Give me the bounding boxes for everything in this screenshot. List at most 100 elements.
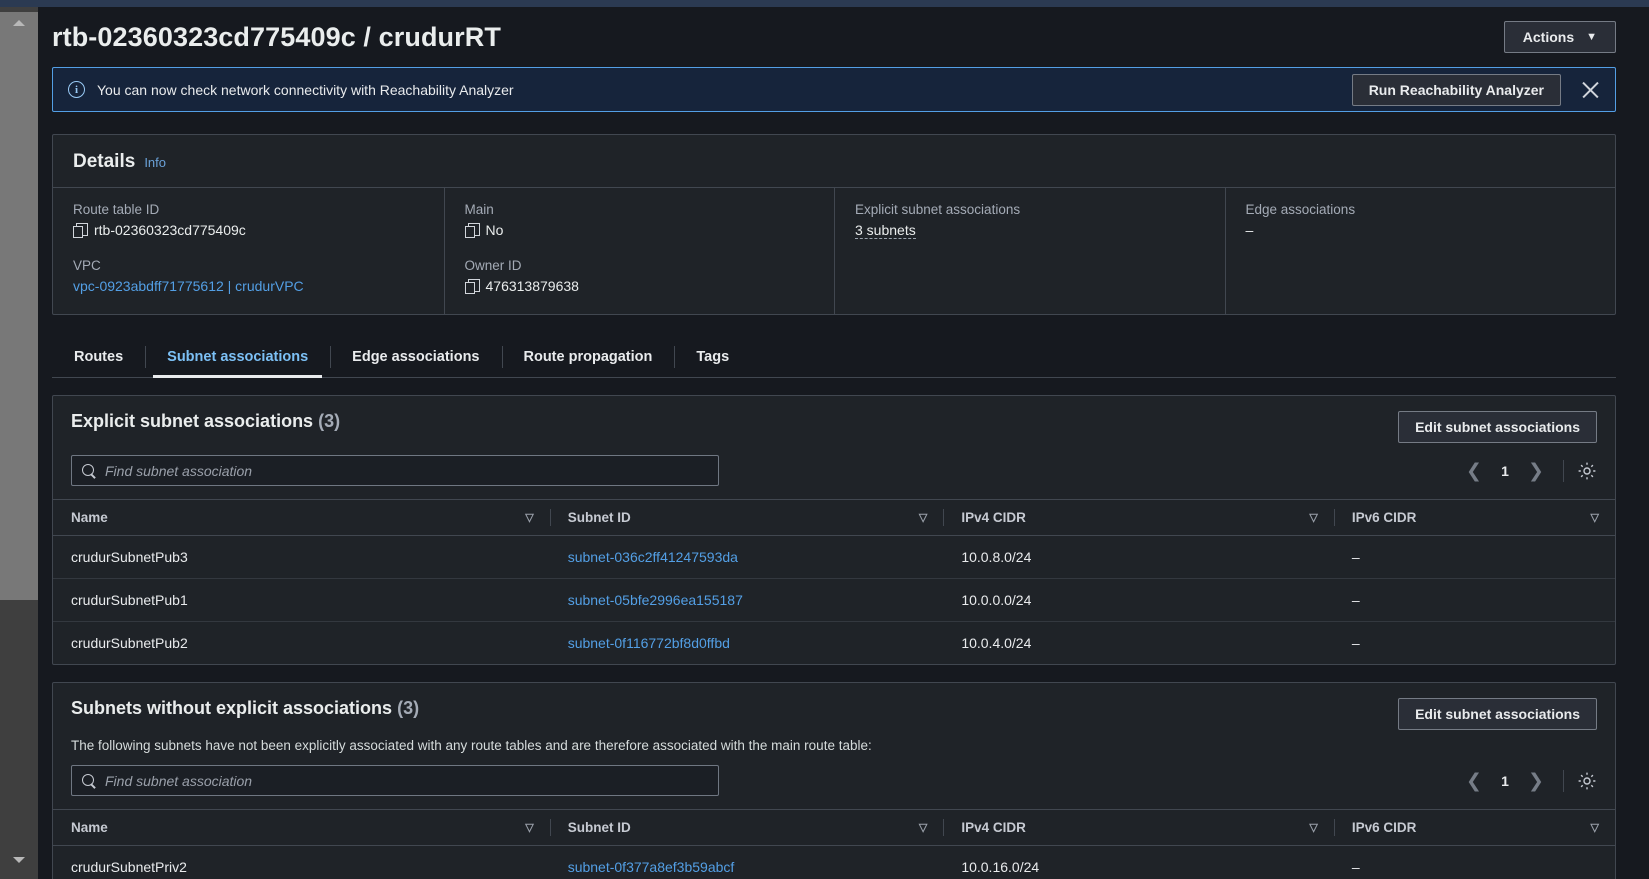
subnets-popover-link[interactable]: 3 subnets bbox=[855, 222, 916, 239]
explicit-section-title-text: Explicit subnet associations bbox=[71, 411, 314, 431]
column-header-name[interactable]: Name ▽ bbox=[53, 809, 550, 846]
column-header-ipv6-label: IPv6 CIDR bbox=[1351, 820, 1417, 835]
explicit-page-number[interactable]: 1 bbox=[1492, 463, 1518, 479]
column-header-name[interactable]: Name ▽ bbox=[53, 499, 550, 536]
main-value: No bbox=[464, 222, 815, 238]
scrollbar-top-accent bbox=[0, 0, 38, 7]
window-scrollbar[interactable] bbox=[0, 0, 38, 879]
implicit-page-number[interactable]: 1 bbox=[1492, 773, 1518, 789]
details-column-2: Main No Owner ID 476313879638 bbox=[443, 188, 835, 314]
table-row[interactable]: crudurSubnetPub3 subnet-036c2ff41247593d… bbox=[53, 535, 1615, 579]
tab-route-propagation[interactable]: Route propagation bbox=[501, 337, 675, 377]
edit-subnet-associations-button-explicit[interactable]: Edit subnet associations bbox=[1398, 411, 1597, 443]
table-row[interactable]: crudurSubnetPriv2 subnet-0f377a8ef3b59ab… bbox=[53, 845, 1615, 879]
close-icon[interactable] bbox=[1579, 79, 1601, 101]
gear-icon[interactable] bbox=[1577, 461, 1597, 481]
details-column-4: Edge associations – bbox=[1224, 188, 1616, 314]
cell-ipv6: – bbox=[1333, 578, 1615, 622]
info-icon: i bbox=[68, 81, 85, 98]
explicit-subnet-associations-label: Explicit subnet associations bbox=[855, 202, 1021, 217]
cell-ipv6: – bbox=[1333, 535, 1615, 579]
column-header-name-label: Name bbox=[71, 820, 108, 835]
explicit-filter-row: Find subnet association ❮ 1 ❯ bbox=[53, 443, 1615, 499]
cell-subnet-id[interactable]: subnet-0f116772bf8d0ffbd bbox=[550, 622, 944, 665]
implicit-filter-row: Find subnet association ❮ 1 ❯ bbox=[53, 753, 1615, 809]
subnet-link[interactable]: subnet-05bfe2996ea155187 bbox=[568, 592, 743, 608]
scroll-down-arrow-icon[interactable] bbox=[13, 857, 25, 863]
flash-actions: Run Reachability Analyzer bbox=[1351, 73, 1601, 106]
tab-edge-associations[interactable]: Edge associations bbox=[330, 337, 501, 377]
scrollbar-thumb[interactable] bbox=[0, 12, 38, 600]
sort-icon: ▽ bbox=[1590, 822, 1599, 834]
subnet-link[interactable]: subnet-0f377a8ef3b59abcf bbox=[568, 859, 735, 875]
column-header-name-label: Name bbox=[71, 510, 108, 525]
cell-ipv6: – bbox=[1351, 635, 1360, 651]
table-row[interactable]: crudurSubnetPub1 subnet-05bfe2996ea15518… bbox=[53, 578, 1615, 622]
details-info-link[interactable]: Info bbox=[144, 155, 166, 170]
copy-icon[interactable] bbox=[464, 223, 480, 238]
chevron-left-icon[interactable]: ❮ bbox=[1460, 767, 1488, 795]
subnet-link[interactable]: subnet-036c2ff41247593da bbox=[568, 549, 738, 565]
vpc-link[interactable]: vpc-0923abdff71775612 | crudurVPC bbox=[73, 278, 304, 294]
table-header-row: Name ▽ Subnet ID ▽ IPv4 CIDR ▽ IPv6 CIDR ▽ bbox=[53, 809, 1615, 846]
edge-associations-value: – bbox=[1246, 222, 1596, 238]
search-icon bbox=[82, 463, 96, 478]
implicit-subnet-table: Name ▽ Subnet ID ▽ IPv4 CIDR ▽ IPv6 CIDR ▽ c… bbox=[53, 809, 1615, 879]
column-header-ipv4-label: IPv4 CIDR bbox=[961, 510, 1026, 525]
sort-icon: ▽ bbox=[1309, 822, 1318, 834]
column-header-subnet-id[interactable]: Subnet ID ▽ bbox=[549, 809, 944, 846]
explicit-section-count: (3) bbox=[318, 411, 341, 431]
column-header-ipv6-label: IPv6 CIDR bbox=[1351, 510, 1417, 525]
edit-subnet-associations-button-implicit[interactable]: Edit subnet associations bbox=[1398, 698, 1597, 730]
cell-name: crudurSubnetPub3 bbox=[53, 535, 550, 579]
flash-message: You can now check network connectivity w… bbox=[97, 81, 514, 98]
owner-id-text: 476313879638 bbox=[485, 278, 579, 294]
gear-icon[interactable] bbox=[1577, 771, 1597, 791]
cell-subnet-id[interactable]: subnet-05bfe2996ea155187 bbox=[549, 578, 944, 622]
tab-tags[interactable]: Tags bbox=[674, 337, 751, 377]
page-header: rtb-02360323cd775409c / crudurRT Actions… bbox=[38, 7, 1649, 59]
column-header-subnet-id[interactable]: Subnet ID ▽ bbox=[549, 499, 944, 536]
column-header-ipv6-cidr[interactable]: IPv6 CIDR ▽ bbox=[1333, 499, 1615, 536]
details-title: Details bbox=[73, 151, 136, 172]
main-text: No bbox=[485, 222, 504, 238]
pagination-divider bbox=[1563, 459, 1564, 482]
flash-content: i You can now check network connectivity… bbox=[68, 81, 514, 98]
table-header-row: Name ▽ Subnet ID ▽ IPv4 CIDR ▽ IPv6 CIDR ▽ bbox=[53, 499, 1615, 536]
implicit-search-input[interactable]: Find subnet association bbox=[71, 765, 719, 796]
cell-subnet-id[interactable]: subnet-036c2ff41247593da bbox=[549, 535, 944, 579]
explicit-search-input[interactable]: Find subnet association bbox=[71, 455, 719, 486]
subnet-link[interactable]: subnet-0f116772bf8d0ffbd bbox=[568, 635, 730, 651]
details-grid: Route table ID rtb-02360323cd775409c VPC… bbox=[53, 188, 1615, 314]
explicit-search-placeholder: Find subnet association bbox=[105, 462, 253, 479]
vpc-label: VPC bbox=[73, 258, 101, 273]
top-accent-bar bbox=[38, 0, 1649, 7]
column-header-subnet-id-label: Subnet ID bbox=[567, 820, 631, 835]
column-header-ipv4-label: IPv4 CIDR bbox=[961, 820, 1026, 835]
chevron-down-icon: ▼ bbox=[1586, 31, 1597, 43]
search-icon bbox=[82, 773, 96, 788]
run-reachability-analyzer-button[interactable]: Run Reachability Analyzer bbox=[1351, 73, 1561, 106]
column-header-subnet-id-label: Subnet ID bbox=[567, 510, 631, 525]
actions-button[interactable]: Actions ▼ bbox=[1503, 21, 1616, 53]
column-header-ipv4-cidr[interactable]: IPv4 CIDR ▽ bbox=[943, 809, 1334, 846]
explicit-subnet-table: Name ▽ Subnet ID ▽ IPv4 CIDR ▽ IPv6 CIDR ▽ c… bbox=[53, 499, 1615, 664]
column-header-ipv4-cidr[interactable]: IPv4 CIDR ▽ bbox=[943, 499, 1334, 536]
details-column-3: Explicit subnet associations 3 subnets bbox=[834, 188, 1225, 314]
copy-icon[interactable] bbox=[73, 223, 88, 238]
chevron-left-icon[interactable]: ❮ bbox=[1460, 457, 1488, 485]
copy-icon[interactable] bbox=[464, 279, 480, 294]
table-row[interactable]: crudurSubnetPub2 subnet-0f116772bf8d0ffb… bbox=[53, 622, 1615, 665]
owner-id-label: Owner ID bbox=[464, 258, 522, 273]
chevron-right-icon[interactable]: ❯ bbox=[1522, 767, 1550, 795]
scroll-up-arrow-icon[interactable] bbox=[13, 20, 25, 26]
cell-subnet-id[interactable]: subnet-0f377a8ef3b59abcf bbox=[549, 845, 944, 879]
chevron-right-icon[interactable]: ❯ bbox=[1522, 457, 1550, 485]
column-header-ipv6-cidr[interactable]: IPv6 CIDR ▽ bbox=[1333, 809, 1615, 846]
sort-icon: ▽ bbox=[1590, 512, 1599, 524]
tab-subnet-associations[interactable]: Subnet associations bbox=[145, 337, 330, 378]
tab-routes[interactable]: Routes bbox=[52, 337, 145, 377]
vpc-value: vpc-0923abdff71775612 | crudurVPC bbox=[73, 278, 424, 294]
explicit-subnet-associations-value: 3 subnets bbox=[855, 222, 1205, 239]
explicit-section-title: Explicit subnet associations (3) bbox=[71, 411, 340, 432]
